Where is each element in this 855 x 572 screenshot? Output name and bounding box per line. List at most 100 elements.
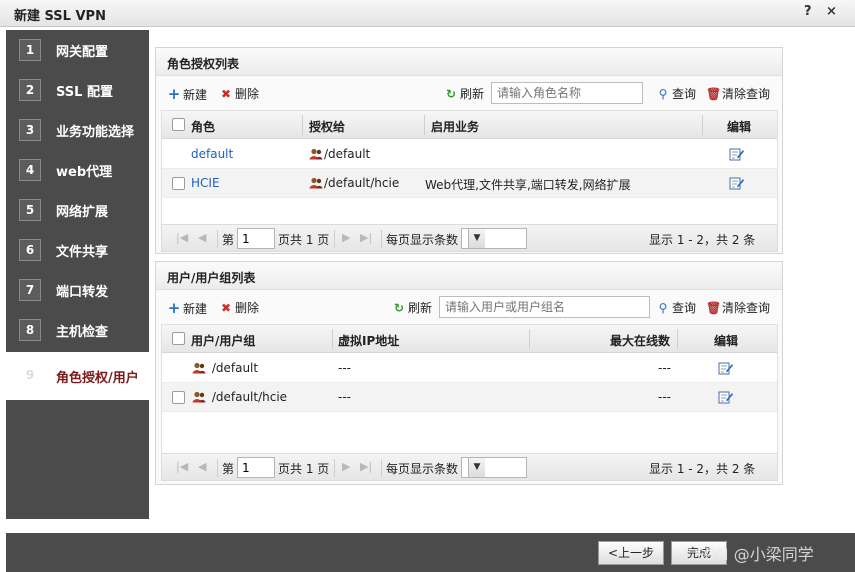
plus-icon: +	[167, 85, 181, 103]
step-network-extension[interactable]: 5 网络扩展	[6, 190, 149, 230]
step-label: 网关配置	[56, 45, 109, 60]
watermark: CSDN @小梁同学	[683, 545, 814, 564]
user-cell: /default	[191, 354, 258, 382]
col-role: 角色	[191, 120, 216, 134]
user-new-button[interactable]: + 新建	[167, 299, 207, 317]
role-name-link[interactable]: default	[191, 140, 233, 168]
step-host-check[interactable]: 8 主机检查	[6, 310, 149, 350]
step-label: 端口转发	[56, 285, 109, 300]
granted-cell: /default/hcie	[309, 169, 399, 197]
table-row[interactable]: /default --- ---	[162, 354, 777, 383]
user-clear-query-button[interactable]: 🗑清除查询	[706, 299, 770, 316]
pager-summary: 显示 1 - 2，共 2 条	[649, 233, 756, 247]
step-number: 4	[19, 159, 41, 181]
step-label: 主机检查	[56, 325, 109, 340]
role-toolbar: +新建 ✖删除 ↻刷新 ⚲查询 🗑清除查询	[156, 79, 782, 107]
page-prefix: 第	[222, 462, 235, 476]
step-label: 业务功能选择	[56, 125, 135, 140]
max-online-cell: ---	[658, 390, 671, 404]
col-separator	[677, 329, 678, 349]
refresh-icon: ↻	[393, 301, 405, 315]
page-suffix: 页共 1 页	[278, 462, 330, 476]
edit-icon[interactable]	[729, 176, 744, 190]
first-page-icon[interactable]: |◀	[176, 231, 188, 244]
clear-query-icon: 🗑	[706, 301, 722, 315]
step-web-proxy[interactable]: 4 web代理	[6, 150, 149, 190]
per-page-select[interactable]: 50 ▼	[461, 228, 527, 249]
step-number: 9	[25, 368, 35, 382]
col-granted: 授权给	[309, 120, 346, 134]
edit-icon[interactable]	[729, 147, 744, 161]
prev-page-icon[interactable]: ◀	[198, 231, 206, 244]
col-separator	[424, 115, 425, 135]
help-button[interactable]: ?	[804, 4, 812, 19]
pager-separator	[381, 459, 382, 477]
prev-page-icon[interactable]: ◀	[198, 460, 206, 473]
user-delete-button[interactable]: ✖ 删除	[219, 299, 259, 316]
col-separator	[302, 115, 303, 135]
max-online-cell: ---	[658, 361, 671, 375]
col-edit: 编辑	[727, 120, 752, 134]
user-group-panel: 用户/用户组列表 +新建 ✖删除 ↻刷新 ⚲查询 🗑清除查询 用户/用户组 虚拟…	[155, 261, 783, 485]
search-icon: ⚲	[658, 301, 668, 315]
chevron-down-icon: ▼	[468, 229, 485, 248]
row-checkbox[interactable]	[172, 177, 185, 190]
role-table: 角色 授权给 启用业务 编辑 default /default HCIE /de…	[161, 110, 778, 225]
table-row[interactable]: HCIE /default/hcie Web代理,文件共享,端口转发,网络扩展	[162, 169, 777, 198]
role-delete-button[interactable]: ✖ 删除	[219, 85, 259, 102]
wizard-steps: 1 网关配置 2 SSL 配置 3 业务功能选择 4 web代理 5 网络扩展 …	[6, 30, 149, 519]
close-button[interactable]: ×	[826, 4, 837, 19]
role-name-link[interactable]: HCIE	[191, 169, 220, 197]
edit-icon[interactable]	[718, 390, 733, 404]
per-page-label: 每页显示条数	[386, 462, 459, 476]
role-search-input[interactable]	[491, 82, 643, 104]
first-page-icon[interactable]: |◀	[176, 460, 188, 473]
vip-cell: ---	[338, 361, 351, 375]
table-row[interactable]: default /default	[162, 140, 777, 169]
page-suffix: 页共 1 页	[278, 233, 330, 247]
step-number: 7	[19, 279, 41, 301]
role-query-button[interactable]: ⚲ 查询	[656, 85, 696, 102]
user-search-input[interactable]	[439, 296, 650, 318]
step-gateway-config[interactable]: 1 网关配置	[6, 30, 149, 70]
col-vip: 虚拟IP地址	[338, 334, 400, 348]
pager-separator	[381, 230, 382, 248]
select-all-checkbox[interactable]	[172, 118, 185, 131]
row-checkbox[interactable]	[172, 391, 185, 404]
role-refresh-button[interactable]: ↻ 刷新	[444, 85, 484, 102]
page-number-input[interactable]	[237, 228, 275, 249]
role-pager: |◀ ◀ 第 页共 1 页 ▶ ▶| 每页显示条数 50 ▼ 显示 1 - 2，…	[161, 224, 778, 252]
last-page-icon[interactable]: ▶|	[360, 231, 372, 244]
user-table: 用户/用户组 虚拟IP地址 最大在线数 编辑 /default --- --- …	[161, 324, 778, 454]
step-ssl-config[interactable]: 2 SSL 配置	[6, 70, 149, 110]
table-row[interactable]: /default/hcie --- ---	[162, 383, 777, 412]
prev-step-button[interactable]: <上一步	[598, 541, 664, 565]
page-number-input[interactable]	[237, 457, 275, 478]
user-query-button[interactable]: ⚲ 查询	[656, 299, 696, 316]
role-new-button[interactable]: + 新建	[167, 85, 207, 103]
step-label: 网络扩展	[56, 205, 109, 220]
role-table-header: 角色 授权给 启用业务 编辑	[162, 111, 777, 139]
vip-cell: ---	[338, 390, 351, 404]
panel-header: 角色授权列表	[156, 48, 782, 76]
per-page-label: 每页显示条数	[386, 233, 459, 247]
role-clear-query-button[interactable]: 🗑清除查询	[706, 85, 770, 102]
panel-title: 角色授权列表	[167, 57, 240, 71]
window-titlebar: 新建 SSL VPN ? ×	[0, 0, 855, 27]
step-label: 角色授权/用户	[56, 371, 139, 386]
select-all-checkbox[interactable]	[172, 332, 185, 345]
step-role-authorization[interactable]: 9 角色授权/用户	[6, 352, 149, 400]
user-toolbar: +新建 ✖删除 ↻刷新 ⚲查询 🗑清除查询	[156, 293, 782, 321]
last-page-icon[interactable]: ▶|	[360, 460, 372, 473]
step-service-select[interactable]: 3 业务功能选择	[6, 110, 149, 150]
next-page-icon[interactable]: ▶	[342, 231, 350, 244]
delete-icon: ✖	[220, 301, 232, 315]
step-file-sharing[interactable]: 6 文件共享	[6, 230, 149, 270]
step-port-forwarding[interactable]: 7 端口转发	[6, 270, 149, 310]
per-page-select[interactable]: 50 ▼	[461, 457, 527, 478]
next-page-icon[interactable]: ▶	[342, 460, 350, 473]
edit-icon[interactable]	[718, 361, 733, 375]
step-number: 3	[19, 119, 41, 141]
user-refresh-button[interactable]: ↻ 刷新	[392, 299, 432, 316]
chevron-down-icon: ▼	[468, 458, 485, 477]
